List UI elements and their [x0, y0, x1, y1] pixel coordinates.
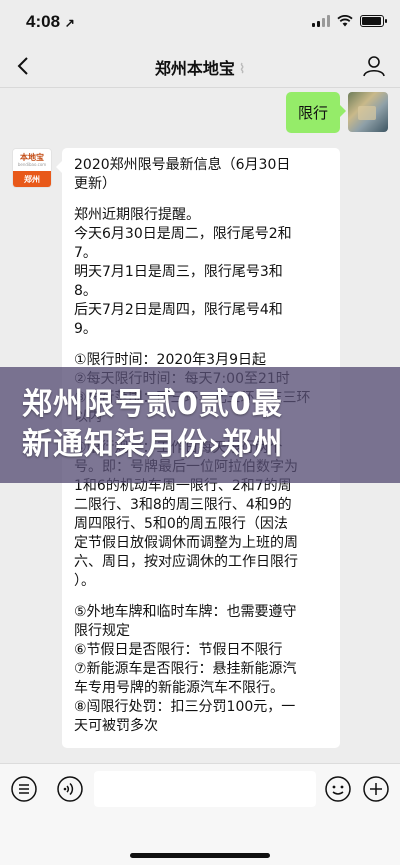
message-line: 六、周日，按对应调休的工作日限行	[74, 554, 298, 570]
message-line: 9。	[74, 321, 97, 337]
banner-line-2: 新通知柒月份›郑州	[22, 427, 284, 462]
message-line: 二限行、3和8的周三限行、4和9的	[74, 497, 292, 513]
sent-message-bubble[interactable]: 限行	[285, 92, 347, 133]
message-input[interactable]	[94, 771, 316, 807]
nav-bar: 郑州本地宝 ⌇	[0, 44, 400, 88]
message-line: 2020郑州限号最新信息（6月30日	[74, 157, 291, 173]
my-avatar[interactable]	[348, 92, 388, 132]
message-line: ⑥节假日是否限行：节假日不限行	[74, 642, 283, 658]
emoji-icon[interactable]	[324, 775, 352, 803]
bendibao-avatar[interactable]: 本地宝 bendibao.com 郑州	[12, 148, 52, 188]
location-arrow-icon: ↗	[64, 16, 75, 30]
message-line: ⑦新能源车是否限行：悬挂新能源汽	[74, 661, 297, 677]
message-line: 更新）	[74, 176, 116, 192]
input-bar	[0, 763, 400, 813]
message-line: ⑤外地车牌和临时车牌：也需要遵守	[74, 604, 297, 620]
banner-line-1: 郑州限号贰0贰0最	[22, 387, 283, 422]
voice-icon[interactable]	[56, 775, 84, 803]
menu-icon[interactable]	[10, 775, 38, 803]
home-indicator[interactable]	[130, 853, 270, 858]
overlay-banner: 郑州限号贰0贰0最 新通知柒月份›郑州	[0, 367, 400, 483]
message-line: 郑州近期限行提醒。	[74, 207, 200, 223]
message-line: 7。	[74, 245, 97, 261]
message-line: 车专用号牌的新能源汽车不限行。	[74, 680, 284, 696]
message-line: ⑧闯限行处罚：扣三分罚100元，一	[74, 699, 296, 715]
message-line: 今天6月30日是周二，限行尾号2和	[74, 226, 292, 242]
message-line: 后天7月2日是周四，限行尾号4和	[74, 302, 283, 318]
chat-title: 郑州本地宝 ⌇	[154, 59, 246, 78]
profile-icon[interactable]	[360, 52, 388, 80]
message-line: 限行规定	[74, 623, 130, 639]
wifi-icon	[337, 15, 353, 27]
message-line: 明天7月1日是周三，限行尾号3和	[74, 264, 283, 280]
message-line: 定节假日放假调休而调整为上班的周	[74, 535, 298, 551]
message-line: 天可被罚多次	[74, 718, 158, 734]
battery-icon	[360, 15, 387, 27]
plus-icon[interactable]	[362, 775, 390, 803]
message-line: ）。	[74, 573, 95, 589]
message-line: 周四限行、5和0的周五限行（因法	[74, 516, 288, 532]
signal-icon	[312, 15, 330, 27]
status-time: 4:08 ↗	[26, 12, 75, 31]
status-bar: 4:08 ↗	[0, 0, 400, 44]
ear-mode-icon: ⌇	[238, 62, 246, 77]
home-area	[0, 813, 400, 865]
message-line: 8。	[74, 283, 97, 299]
